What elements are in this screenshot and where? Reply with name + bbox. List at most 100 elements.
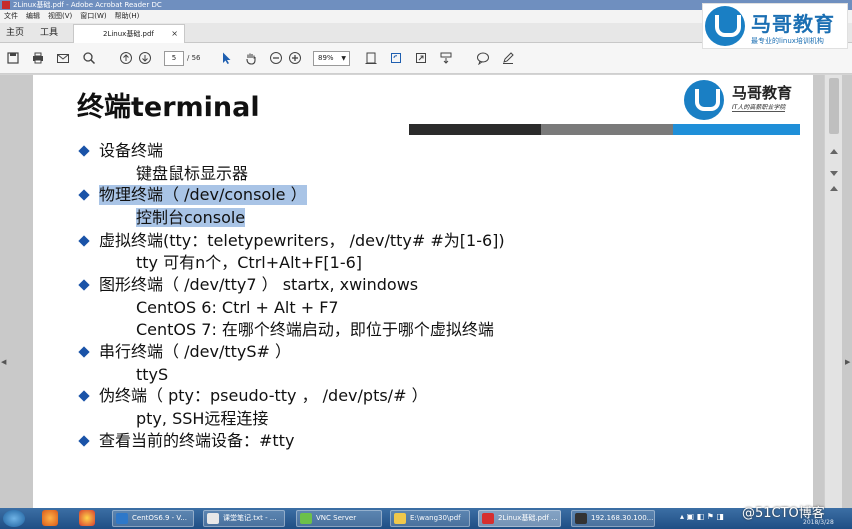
bullet-text[interactable]: 查看当前的终端设备：#tty <box>99 431 294 451</box>
start-button[interactable] <box>3 510 25 527</box>
close-icon[interactable]: × <box>171 25 178 43</box>
notepad-icon <box>207 513 219 524</box>
tab-document-label: 2Linux基础.pdf <box>103 30 154 38</box>
menu-view[interactable]: 视图(V) <box>44 10 76 23</box>
taskbar-item-label: 2Linux基础.pdf ... <box>498 514 558 522</box>
rotate-view-icon[interactable] <box>389 51 403 65</box>
diamond-bullet-icon <box>78 390 90 402</box>
taskbar-item-label: 192.168.30.100... <box>591 514 654 522</box>
slide-logo: 马哥教育 IT人的高薪职业学院 <box>682 78 800 124</box>
sub-item: CentOS 7: 在哪个终端启动，即位于哪个虚拟终端 <box>136 320 494 340</box>
nav-home[interactable]: 主页 <box>6 23 24 43</box>
sub-text[interactable]: pty, SSH远程连接 <box>136 409 268 428</box>
menu-file[interactable]: 文件 <box>0 10 22 23</box>
taskbar-item-label: CentOS6.9 - V... <box>132 514 187 522</box>
acrobat-icon <box>482 513 494 524</box>
tab-document[interactable]: 2Linux基础.pdf × <box>73 24 185 43</box>
sub-text[interactable]: tty 可有n个，Ctrl+Alt+F[1-6] <box>136 253 362 272</box>
taskbar-item-label: VNC Server <box>316 514 357 522</box>
scroll-mode-icon[interactable] <box>439 51 453 65</box>
bullet-text[interactable]: 伪终端（ pty：pseudo-tty ， /dev/pts/# ） <box>99 386 428 406</box>
fit-page-icon[interactable] <box>364 51 378 65</box>
sub-text[interactable]: CentOS 7: 在哪个终端启动，即位于哪个虚拟终端 <box>136 320 494 339</box>
decor-stripe-dark <box>409 124 541 135</box>
zoom-select[interactable]: 89% ▼ <box>313 51 350 66</box>
sub-text[interactable]: CentOS 6: Ctrl + Alt + F7 <box>136 298 339 317</box>
window-title: 2Linux基础.pdf - Adobe Acrobat Reader DC <box>13 1 162 9</box>
sub-item: CentOS 6: Ctrl + Alt + F7 <box>136 298 339 318</box>
bullet-text[interactable]: 串行终端（ /dev/ttyS# ） <box>99 342 291 362</box>
sub-item: 控制台console <box>136 208 246 228</box>
pen-icon[interactable] <box>501 51 515 65</box>
zoom-in-icon[interactable] <box>288 51 302 65</box>
acrobat-icon <box>2 1 10 9</box>
taskbar-item-label: E:\wang30\pdf <box>410 514 461 522</box>
diamond-bullet-icon <box>78 189 90 201</box>
slide-title: 终端terminal <box>77 92 260 123</box>
scroll-up-icon[interactable] <box>830 186 838 191</box>
scrollbar-thumb[interactable] <box>829 78 839 134</box>
taskbar-item[interactable]: 课堂笔记.txt - ... <box>203 510 285 527</box>
prev-page-icon[interactable] <box>119 51 133 65</box>
zoom-out-icon[interactable] <box>269 51 283 65</box>
bullet-item: 设备终端 <box>78 141 163 161</box>
right-panel-toggle-icon[interactable]: ▶ <box>845 358 850 366</box>
bullet-item: 图形终端（ /dev/tty7 ） startx, xwindows <box>78 275 418 295</box>
fullscreen-icon[interactable] <box>414 51 428 65</box>
search-icon[interactable] <box>82 51 96 65</box>
bullet-text-selected[interactable]: 物理终端（ /dev/console ） <box>99 185 307 205</box>
sub-text[interactable]: ttyS <box>136 365 168 384</box>
system-tray[interactable]: ▴ ▣ ◧ ⚑ ◨ <box>680 512 724 521</box>
menu-help[interactable]: 帮助(H) <box>111 10 144 23</box>
diamond-bullet-icon <box>78 346 90 358</box>
slide-logo-icon <box>684 80 724 120</box>
scroll-down-icon[interactable] <box>830 171 838 176</box>
sub-text-selected[interactable]: 控制台console <box>136 208 246 227</box>
chrome-icon[interactable] <box>79 510 95 526</box>
bullet-item: 伪终端（ pty：pseudo-tty ， /dev/pts/# ） <box>78 386 428 406</box>
menu-window[interactable]: 窗口(W) <box>76 10 110 23</box>
comment-icon[interactable] <box>476 51 490 65</box>
taskbar-item[interactable]: 192.168.30.100... <box>571 510 655 527</box>
terminal-icon <box>575 513 587 524</box>
vmware-icon <box>116 513 128 524</box>
hand-tool-icon[interactable] <box>244 51 258 65</box>
taskbar-item[interactable]: E:\wang30\pdf <box>390 510 470 527</box>
select-cursor-icon[interactable] <box>219 51 233 65</box>
sub-item: ttyS <box>136 365 168 385</box>
bullet-text[interactable]: 图形终端（ /dev/tty7 ） startx, xwindows <box>99 275 418 295</box>
next-page-icon[interactable] <box>138 51 152 65</box>
bullet-text[interactable]: 设备终端 <box>99 141 163 161</box>
pdf-page[interactable]: 终端terminal 马哥教育 IT人的高薪职业学院 设备终端 键盘鼠标显示器 … <box>33 75 813 508</box>
slide-logo-slogan: IT人的高薪职业学院 <box>732 104 786 112</box>
page-number-input[interactable]: 5 <box>164 51 184 66</box>
taskbar-date: 2018/3/28 <box>803 519 834 526</box>
menu-edit[interactable]: 编辑 <box>22 10 44 23</box>
save-icon[interactable] <box>6 51 20 65</box>
decor-stripe-blue <box>673 124 800 135</box>
sub-item: pty, SSH远程连接 <box>136 409 268 429</box>
page-total: / 56 <box>187 54 201 62</box>
sub-item: tty 可有n个，Ctrl+Alt+F[1-6] <box>136 253 362 273</box>
bullet-text[interactable]: 虚拟终端(tty：teletypewriters， /dev/tty# #为[1… <box>99 231 505 251</box>
scroll-up-icon[interactable] <box>830 149 838 154</box>
nav-tools[interactable]: 工具 <box>40 23 58 43</box>
chevron-down-icon: ▼ <box>341 55 346 62</box>
taskbar-item[interactable]: CentOS6.9 - V... <box>112 510 194 527</box>
sub-text[interactable]: 键盘鼠标显示器 <box>136 164 248 183</box>
bullet-item: 物理终端（ /dev/console ） <box>78 185 307 205</box>
brand-slogan: 最专业的linux培训机构 <box>751 37 824 45</box>
brand-logo: 马哥教育 最专业的linux培训机构 <box>702 3 848 49</box>
email-icon[interactable] <box>56 51 70 65</box>
print-icon[interactable] <box>31 51 45 65</box>
bullet-item: 查看当前的终端设备：#tty <box>78 431 294 451</box>
firefox-icon[interactable] <box>42 510 58 526</box>
left-panel-toggle-icon[interactable]: ◀ <box>1 358 6 366</box>
decor-stripe-gray <box>541 124 673 135</box>
vertical-scrollbar[interactable] <box>824 75 842 508</box>
taskbar-item[interactable]: VNC Server <box>296 510 382 527</box>
taskbar-item-active[interactable]: 2Linux基础.pdf ... <box>478 510 561 527</box>
vnc-icon <box>300 513 312 524</box>
diamond-bullet-icon <box>78 235 90 247</box>
slide-logo-name: 马哥教育 <box>732 84 793 102</box>
